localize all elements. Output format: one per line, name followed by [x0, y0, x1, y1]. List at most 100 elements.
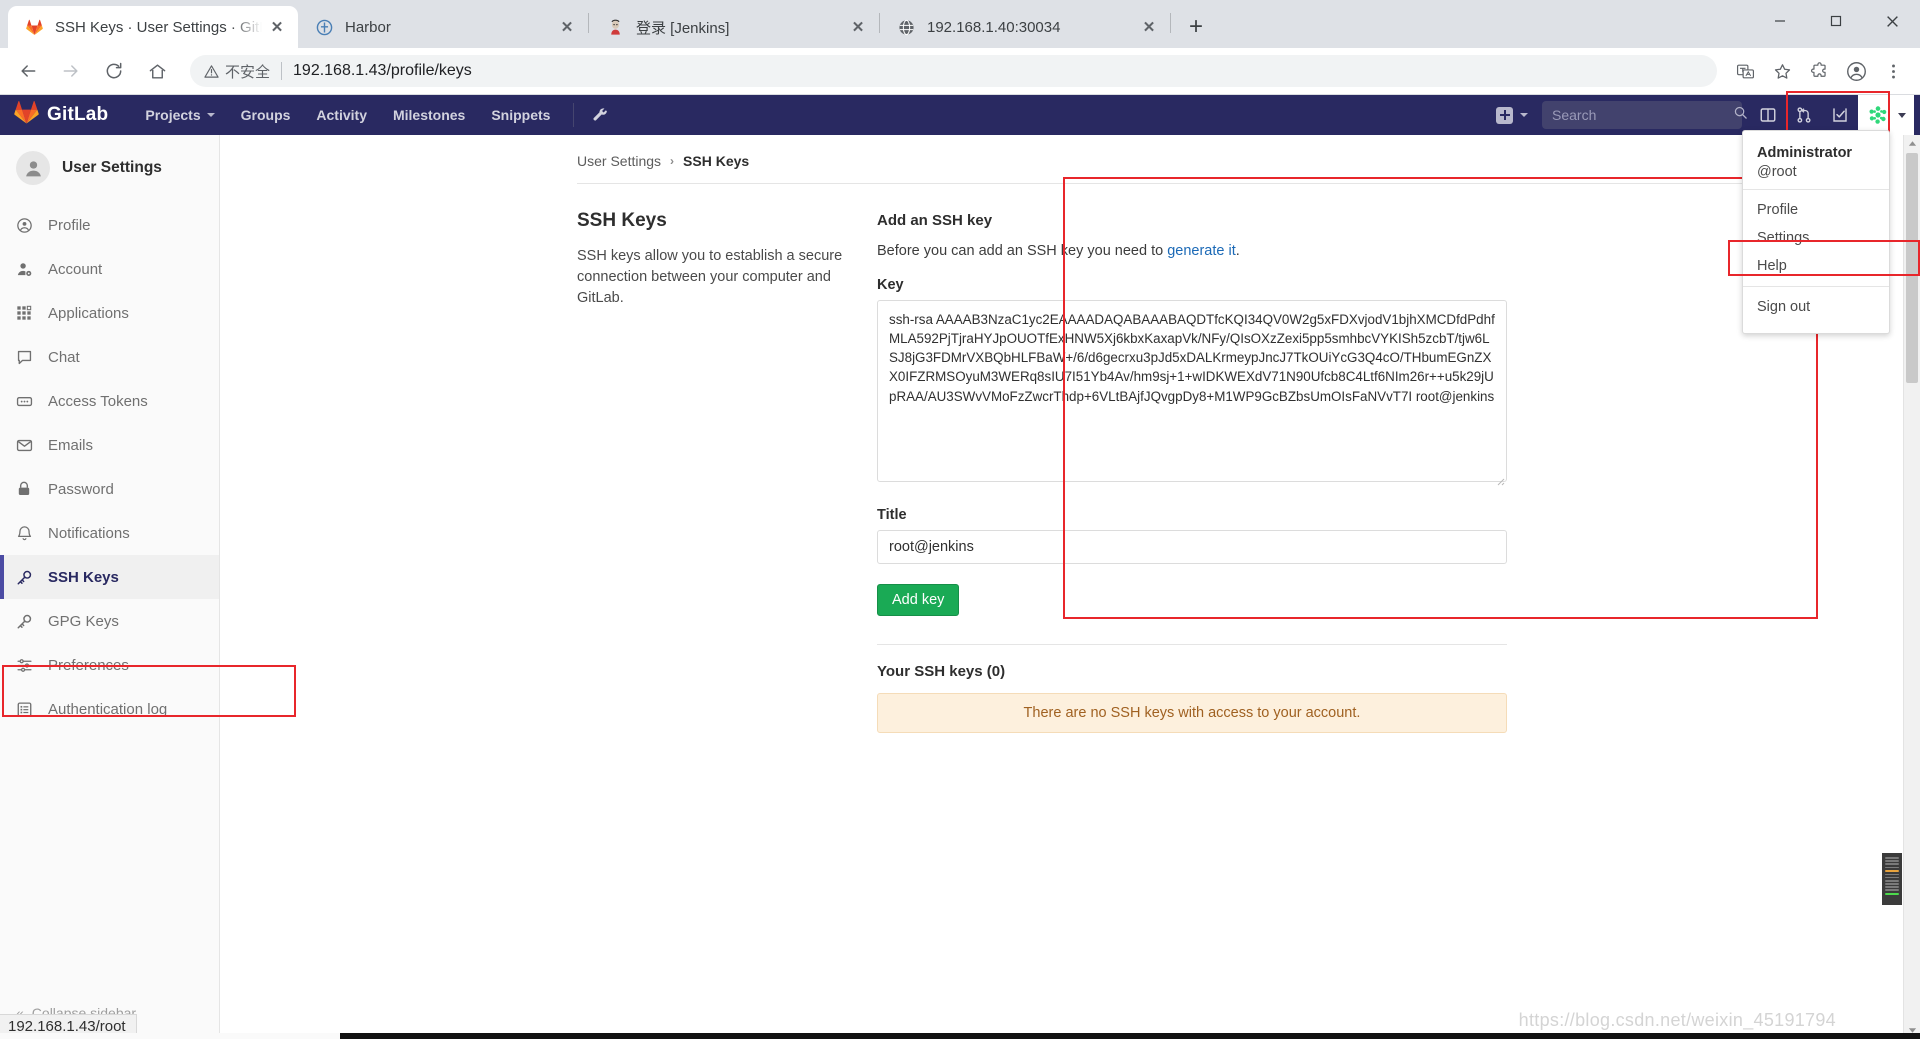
gitlab-home-link[interactable]: GitLab	[14, 100, 108, 130]
browser-tab-3[interactable]: 192.168.1.40:30034 ✕	[880, 6, 1170, 48]
maximize-icon[interactable]	[1808, 0, 1864, 42]
title-input[interactable]	[877, 530, 1507, 564]
search-icon[interactable]	[1733, 105, 1748, 125]
chevron-down-icon	[1520, 113, 1528, 117]
breadcrumb: User Settings › SSH Keys	[220, 135, 1920, 183]
sidebar-item-account[interactable]: Account	[0, 247, 219, 291]
dropdown-item-profile[interactable]: Profile	[1743, 196, 1889, 224]
nav-link-milestones[interactable]: Milestones	[380, 95, 478, 135]
sidebar-item-preferences[interactable]: Preferences	[0, 643, 219, 687]
minimize-icon[interactable]	[1752, 0, 1808, 42]
issues-board-icon[interactable]	[1750, 95, 1786, 135]
scrollbar-thumb[interactable]	[1906, 153, 1918, 383]
sidebar-item-label: Access Tokens	[48, 392, 148, 410]
sidebar-item-label: Account	[48, 260, 103, 278]
page-scrollbar[interactable]	[1903, 135, 1920, 1039]
generate-it-link[interactable]: generate it	[1167, 243, 1236, 259]
sidebar-item-profile[interactable]: Profile	[0, 203, 219, 247]
dropdown-user-name: Administrator	[1757, 145, 1853, 161]
dropdown-item-settings[interactable]: Settings	[1743, 224, 1889, 252]
sidebar-item-ssh-keys[interactable]: SSH Keys	[0, 555, 219, 599]
gitlab-navbar: GitLab Projects Groups Activity Mileston…	[0, 91, 1920, 137]
star-icon[interactable]	[1765, 54, 1799, 88]
wrench-icon[interactable]	[580, 107, 621, 124]
back-arrow-icon[interactable]	[10, 53, 46, 89]
user-gear-icon	[16, 261, 38, 278]
sidebar-item-label: Password	[48, 480, 114, 498]
section-divider	[877, 644, 1507, 645]
puzzle-icon[interactable]	[1802, 54, 1836, 88]
token-icon	[16, 393, 38, 410]
sidebar-item-emails[interactable]: Emails	[0, 423, 219, 467]
dropdown-item-sign-out[interactable]: Sign out	[1743, 293, 1889, 321]
page-description: SSH keys allow you to establish a secure…	[577, 248, 843, 307]
sidebar-item-notifications[interactable]: Notifications	[0, 511, 219, 555]
sidebar-item-gpg-keys[interactable]: GPG Keys	[0, 599, 219, 643]
chevron-down-icon	[1898, 112, 1906, 118]
minimap-line	[1885, 886, 1899, 888]
merge-requests-icon[interactable]	[1786, 95, 1822, 135]
user-avatar-icon	[1866, 103, 1890, 127]
forward-arrow-icon[interactable]	[53, 53, 89, 89]
page-title: SSH Keys	[577, 210, 667, 231]
sidebar-item-label: Chat	[48, 348, 80, 366]
jenkins-icon	[605, 17, 625, 37]
browser-tab-0[interactable]: SSH Keys · User Settings · GitLab ✕	[8, 6, 298, 48]
warning-triangle-icon	[204, 64, 219, 79]
sidebar-item-password[interactable]: Password	[0, 467, 219, 511]
close-icon[interactable]: ✕	[847, 16, 869, 38]
user-menu-button[interactable]	[1858, 95, 1914, 135]
dropdown-item-help[interactable]: Help	[1743, 252, 1889, 280]
add-key-button[interactable]: Add key	[877, 584, 960, 616]
browser-tab-title: SSH Keys · User Settings · GitLab	[55, 18, 262, 36]
scroll-up-icon[interactable]	[1904, 135, 1920, 152]
profile-avatar-icon[interactable]	[1839, 54, 1873, 88]
minimap-line	[1885, 873, 1899, 876]
nav-link-label: Projects	[145, 107, 201, 123]
breadcrumb-root[interactable]: User Settings	[577, 153, 661, 169]
sidebar-item-access-tokens[interactable]: Access Tokens	[0, 379, 219, 423]
form-heading: Add an SSH key	[877, 212, 993, 229]
nav-link-snippets[interactable]: Snippets	[478, 95, 563, 135]
close-icon[interactable]: ✕	[556, 16, 578, 38]
new-tab-button[interactable]: +	[1179, 10, 1213, 44]
browser-tab-1[interactable]: Harbor ✕	[298, 6, 588, 48]
browser-toolbar: 不安全 192.168.1.43/profile/keys	[0, 48, 1920, 95]
settings-sidebar: User Settings Profile Account Applicatio	[0, 135, 296, 1039]
browser-tab-2[interactable]: 登录 [Jenkins] ✕	[589, 6, 879, 48]
sidebar-item-chat[interactable]: Chat	[0, 335, 219, 379]
search-input[interactable]	[1552, 107, 1733, 123]
dropdown-user-handle: @root	[1757, 164, 1797, 180]
close-icon[interactable]	[1864, 0, 1920, 42]
plus-square-icon	[1496, 106, 1513, 124]
browser-tab-title: 登录 [Jenkins]	[636, 19, 730, 37]
close-icon[interactable]: ✕	[266, 16, 288, 38]
code-minimap-widget[interactable]	[1882, 853, 1902, 905]
todos-icon[interactable]	[1822, 95, 1858, 135]
nav-link-projects[interactable]: Projects	[132, 95, 227, 135]
envelope-icon	[16, 437, 38, 454]
reload-icon[interactable]	[96, 53, 132, 89]
key-input[interactable]	[877, 300, 1507, 482]
home-icon[interactable]	[139, 53, 175, 89]
security-warning[interactable]: 不安全	[204, 61, 270, 82]
nav-link-groups[interactable]: Groups	[228, 95, 304, 135]
translate-icon[interactable]	[1728, 54, 1762, 88]
sidebar-item-label: Preferences	[48, 656, 129, 674]
new-dropdown-button[interactable]	[1488, 95, 1536, 135]
browser-tab-title: Harbor	[345, 18, 391, 36]
sidebar-item-applications[interactable]: Applications	[0, 291, 219, 335]
os-taskbar	[0, 1033, 1920, 1039]
sidebar-item-authentication-log[interactable]: Authentication log	[0, 687, 219, 731]
bell-icon	[16, 525, 38, 542]
search-box[interactable]	[1542, 101, 1747, 129]
close-icon[interactable]: ✕	[1138, 16, 1160, 38]
more-vertical-icon[interactable]	[1876, 54, 1910, 88]
minimap-line	[1885, 876, 1899, 879]
breadcrumb-separator: ›	[670, 154, 675, 168]
form-subtitle-text: Before you can add an SSH key you need t…	[877, 243, 1168, 259]
nav-link-activity[interactable]: Activity	[303, 95, 380, 135]
minimap-line	[1885, 889, 1899, 892]
address-bar[interactable]: 不安全 192.168.1.43/profile/keys	[190, 55, 1717, 87]
gitlab-tanuki-icon	[14, 100, 39, 130]
